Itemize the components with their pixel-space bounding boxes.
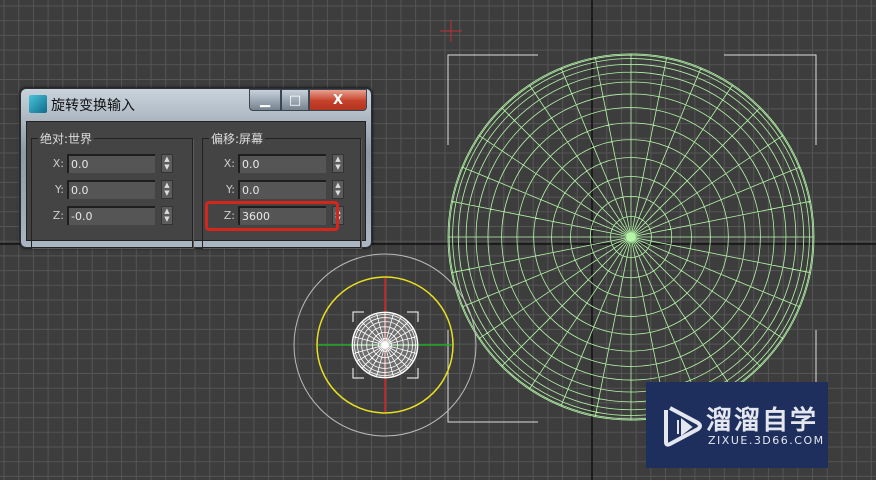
group-label: 偏移:屏幕 <box>209 130 266 147</box>
offset-screen-group: 偏移:屏幕 X: 0.0 ▲ ▼ Y: 0.0 ▲ ▼ Z: 3600 ▲ ▼ <box>202 130 361 248</box>
sphere-wireframe <box>447 53 815 421</box>
offset-x-input[interactable]: 0.0 <box>238 154 326 173</box>
spinner[interactable]: ▲ ▼ <box>161 206 173 225</box>
axis-label: Y: <box>55 183 64 196</box>
play-icon <box>664 406 702 447</box>
maximize-button[interactable]: □ <box>281 89 309 111</box>
watermark-title: 溜溜自学 <box>706 406 819 436</box>
pivot-cross <box>440 20 462 42</box>
minimize-button[interactable]: ▁ <box>249 89 281 111</box>
spinner[interactable]: ▲ ▼ <box>161 154 173 173</box>
spinner[interactable]: ▲ ▼ <box>332 154 344 173</box>
rotate-transform-dialog: 旋转变换输入 ▁ □ X 绝对:世界 X: 0.0 ▲ ▼ Y: 0.0 ▲ ▼ Z: -0.… <box>20 88 372 248</box>
axis-label: Y: <box>226 183 235 196</box>
axis-label: Z: <box>52 209 64 222</box>
abs-z-input[interactable]: -0.0 <box>67 206 155 225</box>
app-icon <box>29 95 47 113</box>
spinner[interactable]: ▲ ▼ <box>161 180 173 199</box>
spinner[interactable]: ▲ ▼ <box>332 180 344 199</box>
highlight-box <box>205 201 339 231</box>
abs-y-input[interactable]: 0.0 <box>67 180 155 199</box>
watermark-logo: 溜溜自学 ZIXUE.3D66.COM <box>646 382 828 468</box>
abs-x-input[interactable]: 0.0 <box>67 154 155 173</box>
axis-label: X: <box>52 157 64 170</box>
axis-label: X: <box>223 157 235 170</box>
offset-y-input[interactable]: 0.0 <box>238 180 326 199</box>
small-sphere-wireframe <box>351 311 419 379</box>
watermark-url: ZIXUE.3D66.COM <box>708 434 825 447</box>
dialog-title: 旋转变换输入 <box>51 98 135 114</box>
group-label: 绝对:世界 <box>38 130 95 147</box>
close-button[interactable]: X <box>309 89 367 111</box>
absolute-world-group: 绝对:世界 X: 0.0 ▲ ▼ Y: 0.0 ▲ ▼ Z: -0.0 ▲ ▼ <box>31 130 193 248</box>
